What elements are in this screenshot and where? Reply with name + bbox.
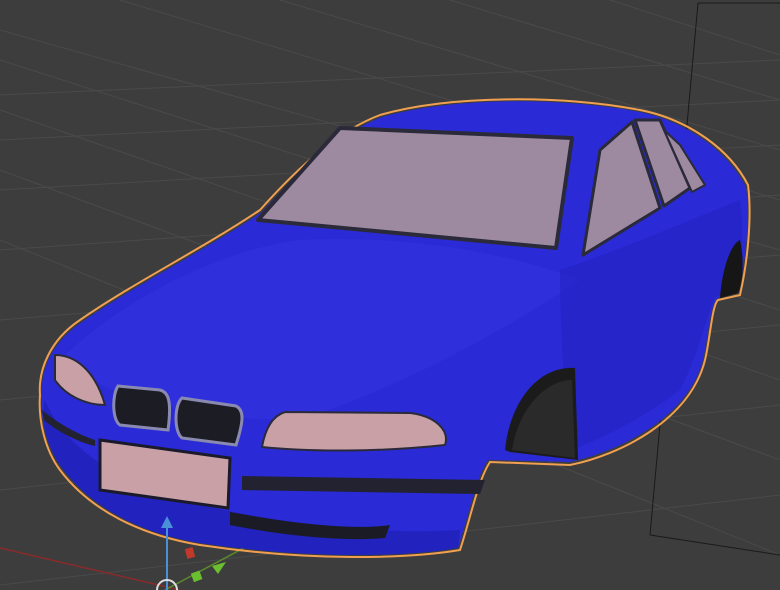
- y-handle-icon[interactable]: [190, 570, 203, 583]
- 3d-viewport[interactable]: [0, 0, 780, 590]
- x-axis-line: [0, 547, 181, 590]
- headlight-right: [260, 410, 447, 452]
- x-handle-icon[interactable]: [184, 547, 196, 559]
